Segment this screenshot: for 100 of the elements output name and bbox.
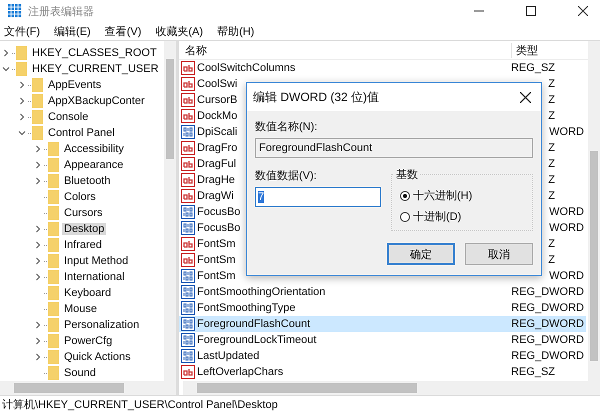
tree-item[interactable]: Infrared [62,239,104,251]
value-type: REG_DWORD [511,286,584,298]
binary-value-icon [181,269,195,283]
folder-icon [32,94,43,108]
value-type: REG_DWORD [511,318,584,330]
binary-value-icon [181,221,195,235]
string-value-icon [181,109,195,123]
tree-item[interactable]: Cursors [62,207,105,219]
value-name[interactable]: ForegroundLockTimeout [197,334,316,346]
field-label: 数值名称(N): [255,120,318,134]
tree-item[interactable]: AppEvents [46,79,104,91]
window-title: 注册表编辑器 [28,4,94,18]
folder-icon [48,222,59,236]
string-value-icon [181,141,195,155]
value-name-field[interactable]: ForegroundFlashCount [255,138,533,158]
folder-icon [16,62,27,76]
value-name[interactable]: DockMo [197,110,238,122]
value-type: REG_SZ [510,366,555,378]
menu-item[interactable]: 文件(F) [4,24,40,38]
value-name[interactable]: CoolSwitchColumns [197,62,296,74]
tree-item[interactable]: Control Panel [46,127,117,139]
value-type: Z [548,254,555,266]
folder-icon [48,142,59,156]
value-name[interactable]: DragFul [197,158,236,170]
tree-item[interactable]: PowerCfg [62,335,114,347]
value-type: REG_SZ [510,62,555,74]
tree-item[interactable]: Desktop [62,223,106,235]
value-name[interactable]: CursorB [197,94,238,106]
tree-item[interactable]: Keyboard [62,287,114,299]
tree-item[interactable]: Bluetooth [62,175,112,187]
tree-item[interactable]: Sound [62,367,98,379]
value-name[interactable]: FontSm [197,270,236,282]
string-value-icon [181,253,195,267]
tree-item[interactable]: HKEY_CLASSES_ROOT [30,47,159,59]
value-name[interactable]: FontSmoothingType [197,302,296,314]
column-header[interactable]: 名称 [179,42,512,58]
scrollbar[interactable] [588,41,600,381]
tree-item[interactable]: Personalization [62,319,142,331]
folder-icon [48,350,59,364]
value-name[interactable]: DpiScali [197,126,238,138]
value-type: Z [548,78,555,90]
value-type: Z [548,110,555,122]
value-type: WORD [549,206,584,218]
tree-item[interactable]: International [62,271,127,283]
dialog-button[interactable]: 取消 [465,243,533,265]
tree-item[interactable]: AppXBackupConter [46,95,147,107]
folder-icon [16,46,27,60]
radio-option[interactable]: 十六进制(H) [400,188,524,203]
tree-item[interactable]: Colors [62,191,98,203]
folder-icon [48,286,59,300]
dialog-button[interactable]: 确定 [387,243,455,265]
value-name[interactable]: DragHe [197,174,235,186]
menu-item[interactable]: 收藏夹(A) [155,24,204,38]
value-type: Z [548,158,555,170]
value-type: WORD [549,126,584,138]
value-type: WORD [549,270,584,282]
tree-item[interactable]: Mouse [62,303,100,315]
tree-item[interactable]: Quick Actions [62,351,133,363]
string-value-icon [181,93,195,107]
close-icon[interactable] [578,6,588,16]
folder-icon [48,174,59,188]
value-type: Z [548,142,555,154]
value-name[interactable]: FontSmoothingOrientation [197,286,326,298]
tree-item[interactable]: Console [46,111,90,123]
value-name[interactable]: LastUpdated [197,350,260,362]
close-icon[interactable] [520,92,531,102]
scrollbar[interactable] [0,381,176,395]
menu-item[interactable]: 编辑(E) [54,24,91,38]
string-value-icon [181,189,195,203]
value-name[interactable]: DragWi [197,190,234,202]
tree-item[interactable]: Input Method [62,255,130,267]
value-name[interactable]: FocusBo [197,222,240,234]
radio-option[interactable]: 十进制(D) [400,209,524,224]
group-label: 基数 [394,167,420,182]
value-name[interactable]: ForegroundFlashCount [197,318,310,330]
tree-item[interactable]: HKEY_CURRENT_USER [30,63,161,75]
value-name[interactable]: FocusBo [197,206,240,218]
folder-icon [48,190,59,204]
value-name[interactable]: FontSm [197,238,236,250]
binary-value-icon [181,205,195,219]
maximize-icon[interactable] [526,6,536,16]
value-name[interactable]: LeftOverlapChars [197,366,284,378]
tree-item[interactable]: Appearance [62,159,126,171]
value-name[interactable]: CoolSwi [197,78,238,90]
menu-item[interactable]: 查看(V) [104,24,142,38]
folder-icon [32,110,43,124]
value-data-field[interactable]: 7 [255,187,381,207]
value-type: REG_DWORD [511,350,584,362]
string-value-icon [181,173,195,187]
column-header[interactable]: 类型 [512,42,538,58]
scrollbar[interactable] [164,41,176,381]
menu-item[interactable]: 帮助(H) [217,24,254,38]
value-type: Z [548,94,555,106]
value-type: Z [548,238,555,250]
folder-icon [48,334,59,348]
tree-item[interactable]: Accessibility [62,143,126,155]
value-name[interactable]: FontSm [197,254,236,266]
scrollbar[interactable] [183,381,600,395]
binary-value-icon [181,285,195,299]
value-name[interactable]: DragFro [197,142,238,154]
